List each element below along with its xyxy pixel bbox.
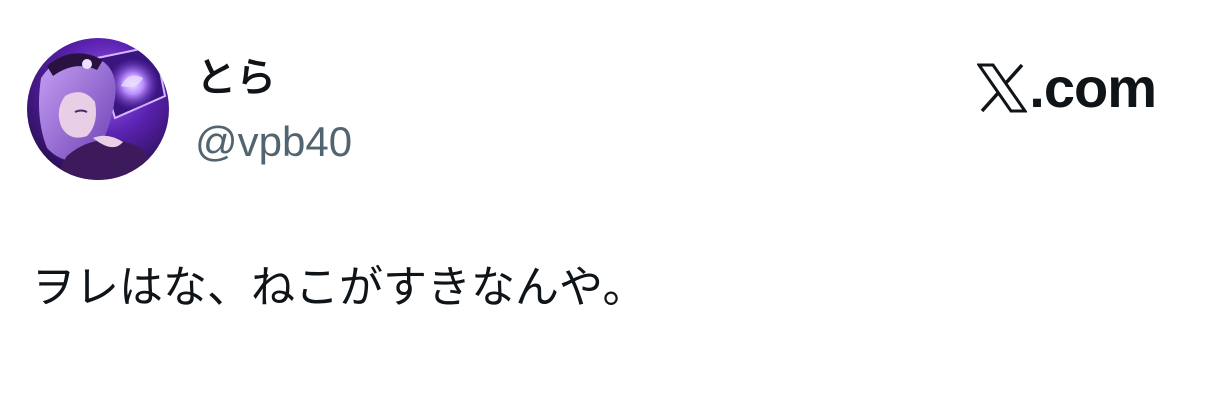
- anime-character-avatar-icon: [27, 38, 169, 180]
- x-logo-icon: [977, 63, 1028, 113]
- post-text: ヲレはな、ねこがすきなんや。: [31, 262, 647, 313]
- post-card: とら @vpb40 .com ヲレはな、ねこがすきなんや。: [0, 0, 1206, 401]
- avatar[interactable]: [27, 38, 169, 180]
- author-handle[interactable]: @vpb40: [195, 116, 352, 168]
- brand-domain-suffix: .com: [1029, 56, 1157, 119]
- brand-logo: .com: [977, 56, 1157, 119]
- author-display-name[interactable]: とら: [196, 54, 276, 102]
